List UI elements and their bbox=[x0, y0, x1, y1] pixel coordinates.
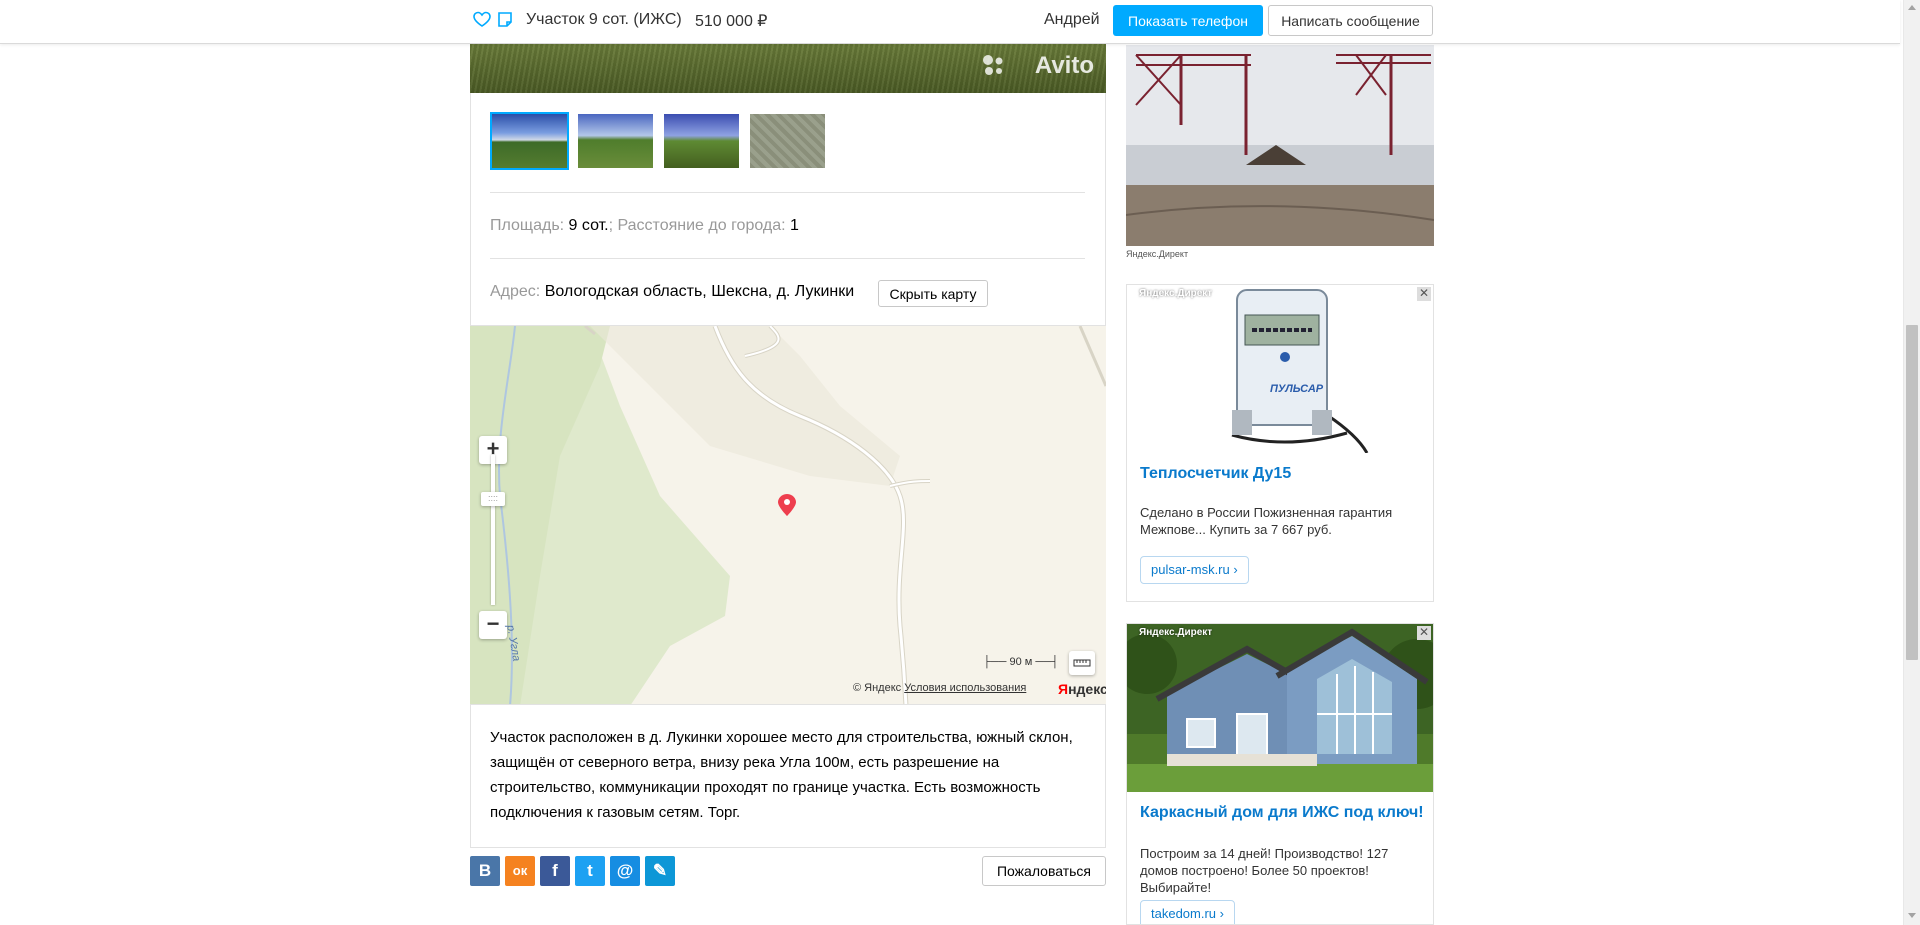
ad-banner-construction[interactable] bbox=[1126, 45, 1434, 246]
construction-image bbox=[1126, 45, 1434, 246]
copyright-text: © Яндекс bbox=[853, 682, 902, 694]
sticky-header: Участок 9 сот. (ИЖС) 510 000 ₽ Андрей По… bbox=[0, 0, 1900, 44]
ad-frame-house[interactable]: Яндекс.Директ ✕ Каркасный дом для ИЖС по… bbox=[1126, 623, 1434, 925]
avito-logo-icon bbox=[983, 55, 1003, 75]
share-mail-button[interactable]: @ bbox=[610, 856, 640, 886]
address-value: Вологодская область, Шексна, д. Лукинки bbox=[544, 283, 855, 300]
ruler-icon bbox=[1073, 659, 1091, 667]
thumbnail-2[interactable] bbox=[578, 114, 653, 168]
close-icon[interactable]: ✕ bbox=[1417, 626, 1431, 640]
ad-headline[interactable]: Теплосчетчик Ду15 bbox=[1140, 463, 1291, 484]
heat-meter-image bbox=[1127, 285, 1433, 453]
note-icon[interactable] bbox=[496, 11, 514, 29]
scroll-down-arrow-icon[interactable] bbox=[1908, 913, 1916, 918]
ad-source-label: Яндекс.Директ bbox=[1139, 288, 1213, 299]
divider bbox=[490, 258, 1085, 259]
map-scale: ├── 90 м ──┤ bbox=[983, 656, 1059, 668]
ad-heat-meter[interactable]: ПУЛЬСАР Яндекс.Директ ✕ Теплосчетчик Ду1… bbox=[1126, 284, 1434, 602]
area-value: 9 сот. bbox=[568, 217, 609, 234]
scale-value: 90 м bbox=[1009, 656, 1033, 668]
share-ok-button[interactable]: ок bbox=[505, 856, 535, 886]
report-button[interactable]: Пожаловаться bbox=[982, 856, 1106, 886]
photo-watermark: Avito bbox=[1034, 52, 1094, 79]
ad-domain-link[interactable]: pulsar-msk.ru › bbox=[1140, 556, 1249, 584]
yandex-direct-caption: Яндекс.Директ bbox=[1126, 249, 1189, 259]
ruler-button[interactable] bbox=[1069, 651, 1095, 675]
address-label: Адрес: bbox=[490, 283, 545, 300]
ad-title: Участок 9 сот. (ИЖС) bbox=[526, 11, 682, 28]
show-phone-button[interactable]: Показать телефон bbox=[1113, 5, 1263, 36]
hide-map-button[interactable]: Скрыть карту bbox=[878, 280, 988, 307]
ad-domain-link[interactable]: takedom.ru › bbox=[1140, 900, 1235, 924]
zoom-slider-handle[interactable]: :::: bbox=[481, 492, 505, 506]
area-label: Площадь: bbox=[490, 217, 569, 234]
terms-link[interactable]: Условия использования bbox=[904, 682, 1026, 694]
params-separator: ; bbox=[608, 217, 618, 234]
ad-headline[interactable]: Каркасный дом для ИЖС под ключ! bbox=[1140, 802, 1425, 823]
share-lj-button[interactable]: ✎ bbox=[645, 856, 675, 886]
address: Адрес: Вологодская область, Шексна, д. Л… bbox=[490, 283, 854, 301]
distance-value: 1 bbox=[790, 217, 799, 234]
zoom-slider-track[interactable] bbox=[491, 455, 495, 605]
thumbnail-4[interactable] bbox=[750, 114, 825, 168]
device-brand: ПУЛЬСАР bbox=[1270, 383, 1324, 395]
yandex-logo[interactable]: Яндекс bbox=[1058, 681, 1106, 697]
ads-column: Яндекс.Директ ПУЛЬСАР Яндекс.Директ ✕ Те… bbox=[1126, 0, 1434, 925]
ad-body: Построим за 14 дней! Производство! 127 д… bbox=[1140, 846, 1389, 895]
heart-icon[interactable] bbox=[473, 11, 491, 29]
scale-line-left: ├── bbox=[983, 656, 1007, 668]
scale-line-right: ──┤ bbox=[1035, 656, 1059, 668]
zoom-out-button[interactable]: − bbox=[479, 611, 507, 639]
ad-params: Площадь: 9 сот.; Расстояние до города: 1 bbox=[490, 217, 799, 235]
distance-label: Расстояние до города: bbox=[617, 217, 791, 234]
divider bbox=[490, 192, 1085, 193]
house-image bbox=[1127, 624, 1433, 792]
thumbnail-3[interactable] bbox=[664, 114, 739, 168]
main-column: Avito Площадь: 9 сот.; Расстояние до гор… bbox=[470, 0, 1106, 925]
thumbnail-1[interactable] bbox=[490, 112, 569, 170]
yandex-logo-letter: Я bbox=[1058, 681, 1069, 697]
ad-body: Сделано в России Пожизненная гарантия Ме… bbox=[1140, 505, 1393, 537]
share-vk-button[interactable]: В bbox=[470, 856, 500, 886]
page-scrollbar[interactable] bbox=[1903, 0, 1920, 925]
share-twitter-button[interactable]: t bbox=[575, 856, 605, 886]
map-pin-icon bbox=[778, 494, 796, 516]
ad-source-label: Яндекс.Директ bbox=[1139, 627, 1213, 638]
ad-description: Участок расположен в д. Лукинки хорошее … bbox=[490, 729, 1073, 821]
map-copyright: © Яндекс Условия использования bbox=[853, 682, 1026, 694]
scroll-up-arrow-icon[interactable] bbox=[1908, 5, 1916, 10]
yandex-map[interactable]: + :::: − р. Угла ├── 90 м ──┤ © Яндекс У… bbox=[470, 325, 1106, 705]
share-facebook-button[interactable]: f bbox=[540, 856, 570, 886]
yandex-logo-rest: ндекс bbox=[1068, 681, 1106, 697]
ad-price: 510 000 ₽ bbox=[695, 13, 768, 30]
scrollbar-thumb[interactable] bbox=[1906, 325, 1918, 660]
close-icon[interactable]: ✕ bbox=[1417, 287, 1431, 301]
seller-name[interactable]: Андрей bbox=[1044, 11, 1100, 29]
map-canvas bbox=[470, 326, 1106, 704]
write-message-button[interactable]: Написать сообщение bbox=[1268, 5, 1433, 36]
